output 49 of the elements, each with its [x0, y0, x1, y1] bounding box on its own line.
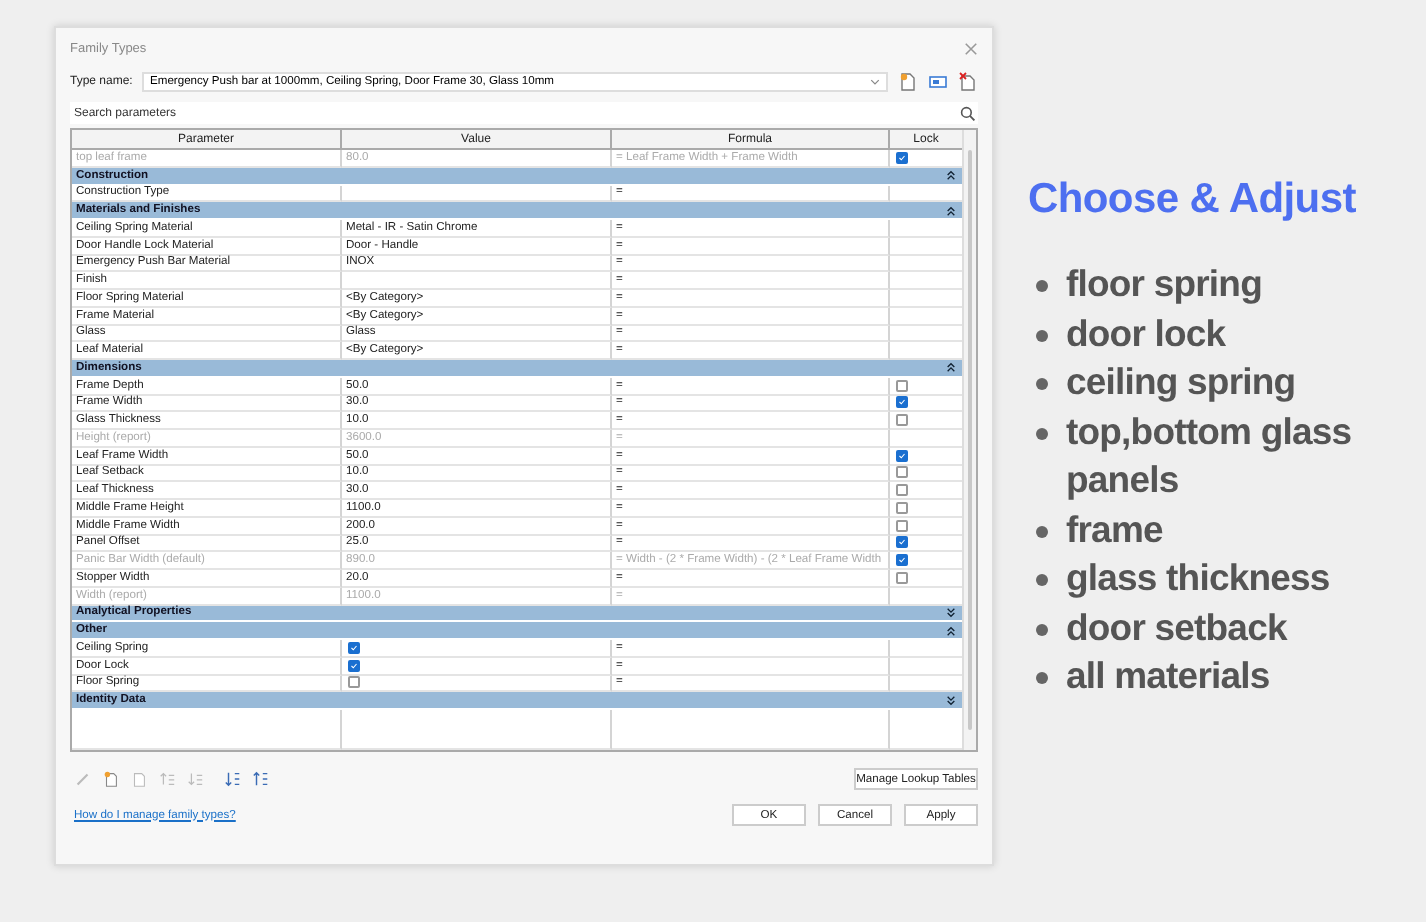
feature-item: frame [1066, 505, 1163, 553]
lock-checkbox[interactable] [896, 536, 908, 549]
lock-checkbox[interactable] [896, 466, 908, 479]
bullet-icon [1036, 525, 1048, 537]
promo-heading: Choose & Adjust [1028, 176, 1358, 224]
caret-icon[interactable] [870, 78, 880, 86]
feature-item: floor spring [1066, 260, 1262, 308]
bullet-icon [1036, 574, 1048, 586]
collapse-icon[interactable] [946, 170, 956, 181]
pencil-icon[interactable] [74, 770, 92, 788]
lock-checkbox[interactable] [896, 449, 908, 462]
feature-item: door setback [1066, 603, 1287, 651]
expand-icon[interactable] [946, 695, 956, 706]
close-icon[interactable] [964, 41, 978, 55]
feature-item: glass thickness [1066, 554, 1330, 602]
lock-checkbox[interactable] [896, 484, 908, 497]
lock-checkbox[interactable] [896, 501, 908, 514]
bullet-icon [1036, 329, 1048, 341]
feature-item: door lock [1066, 309, 1226, 357]
value-checkbox[interactable] [348, 676, 360, 689]
duplicate-icon[interactable] [130, 770, 148, 788]
add-parameter-icon[interactable] [158, 770, 176, 788]
new-document-icon[interactable] [898, 72, 918, 92]
bullet-icon [1036, 427, 1048, 439]
new-type-icon[interactable] [102, 770, 120, 788]
lock-checkbox[interactable] [896, 571, 908, 584]
rename-icon[interactable] [928, 72, 948, 92]
remove-parameter-icon[interactable] [186, 770, 204, 788]
sort-descending-icon[interactable] [252, 770, 270, 788]
collapse-icon[interactable] [946, 625, 956, 636]
feature-item: ceiling spring [1066, 358, 1296, 406]
bullet-icon [1036, 280, 1048, 292]
value-checkbox[interactable] [348, 659, 360, 672]
collapse-icon[interactable] [946, 205, 956, 216]
lock-checkbox[interactable] [896, 379, 908, 392]
bullet-icon [1036, 378, 1048, 390]
feature-item: all materials [1066, 652, 1270, 700]
sort-ascending-icon[interactable] [224, 770, 242, 788]
bullet-icon [1036, 672, 1048, 684]
expand-icon[interactable] [946, 607, 956, 618]
lock-checkbox[interactable] [896, 396, 908, 409]
collapse-icon[interactable] [946, 362, 956, 373]
value-checkbox[interactable] [348, 641, 360, 654]
lock-checkbox[interactable] [896, 519, 908, 532]
bullet-icon [1036, 623, 1048, 635]
search-icon[interactable] [960, 105, 976, 121]
scrollbar-thumb[interactable] [968, 150, 972, 730]
lock-checkbox[interactable] [896, 414, 908, 427]
delete-document-icon[interactable] [958, 72, 978, 92]
